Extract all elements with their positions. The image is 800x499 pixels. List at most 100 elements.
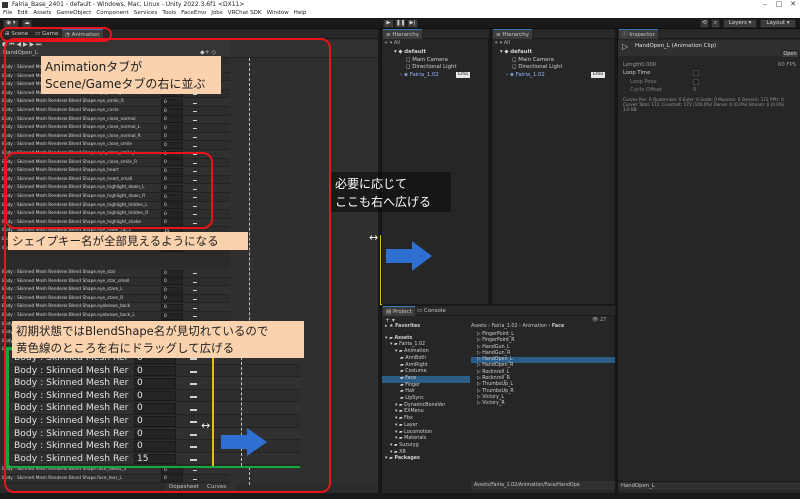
file-label: FingerPoint_L xyxy=(482,332,514,337)
tab-console[interactable]: ▭ Console xyxy=(414,306,449,316)
project-create-button[interactable]: + ▾ xyxy=(385,317,395,324)
property-row[interactable]: Body : Skinned Mesh Rer 0 xyxy=(10,364,300,378)
maximize-icon[interactable]: □ xyxy=(772,0,786,9)
keyframe-menu-icon[interactable] xyxy=(190,396,197,399)
hierarchy-item[interactable]: ◻ Main Camera xyxy=(382,57,489,65)
file-label: HandGun_L xyxy=(482,344,510,350)
menu-assets[interactable]: Assets xyxy=(33,9,51,18)
property-label: Body : Skinned Mesh Rer xyxy=(14,440,129,452)
hierarchy-item[interactable]: ◻ Directional Light xyxy=(492,64,615,72)
folder-item[interactable]: ▰ Hair xyxy=(382,389,470,396)
keyframe-menu-icon[interactable] xyxy=(190,358,197,361)
menu-edit[interactable]: Edit xyxy=(17,9,28,18)
menu-window[interactable]: Window xyxy=(267,9,289,18)
menu-tools[interactable]: Tools xyxy=(162,9,176,18)
keyframe-menu-icon[interactable] xyxy=(190,408,197,411)
loop-pose-checkbox[interactable] xyxy=(693,79,699,85)
menu-jobs[interactable]: Jobs xyxy=(211,9,223,18)
property-value-field[interactable]: 15 xyxy=(134,453,176,465)
property-row[interactable]: Body : Skinned Mesh Rer 0 xyxy=(10,415,300,428)
hierarchy-item-label: Fairia_1.02 xyxy=(409,71,439,78)
keyframe-menu-icon[interactable] xyxy=(190,433,197,436)
property-value-field[interactable]: 0 xyxy=(134,403,176,414)
keyframe-menu-icon[interactable] xyxy=(190,370,197,373)
hierarchy-2-search[interactable]: + ▾ All xyxy=(494,40,613,48)
folder-item[interactable]: ▰ ArmBoth xyxy=(382,356,470,363)
folder-label: DynamicBoneVer xyxy=(404,402,446,408)
step-icon[interactable]: ▶| xyxy=(407,19,418,28)
breadcrumb-item[interactable]: Face xyxy=(552,324,564,329)
play-icon[interactable]: ▶ xyxy=(383,19,394,28)
favorites-label[interactable]: ▸ ★ Favorites xyxy=(382,324,470,331)
breadcrumb-item[interactable]: Assets xyxy=(471,324,487,329)
history-icon[interactable]: ⟲ xyxy=(700,19,709,28)
folder-item[interactable]: ▾ ▰ Materials xyxy=(382,436,470,443)
menu-faceemo[interactable]: FaceEmo xyxy=(181,9,206,18)
property-value-field[interactable]: 0 xyxy=(134,428,176,440)
property-value-field[interactable]: 0 xyxy=(134,441,176,452)
folder-item[interactable]: ▰ Finger xyxy=(382,383,470,390)
cycle-offset-value[interactable]: 0 xyxy=(693,87,696,93)
length-value: 0.000 xyxy=(641,62,657,68)
property-row[interactable]: Body : Skinned Mesh Rer 0 xyxy=(10,377,300,390)
hierarchy-1-search[interactable]: + ▾ All xyxy=(384,40,487,48)
hierarchy-item[interactable]: ▾ ◆ default xyxy=(382,49,489,57)
hierarchy-item[interactable]: › ◈ Fairia_1.02 Emo xyxy=(492,72,615,80)
menu-vrchat-sdk[interactable]: VRChat SDK xyxy=(228,9,262,18)
hierarchy-item[interactable]: ▾ ◆ default xyxy=(492,49,615,57)
emo-badge[interactable]: Emo xyxy=(456,72,470,78)
hierarchy-item[interactable]: ◻ Directional Light xyxy=(382,64,489,72)
hierarchy-item[interactable]: › ◈ Fairia_1.02 Emo xyxy=(382,72,489,80)
hierarchy-item[interactable]: ◻ Main Camera xyxy=(492,57,615,65)
menu-gameobject[interactable]: GameObject xyxy=(56,9,91,18)
tab-hierarchy-2[interactable]: ≡ Hierarchy xyxy=(493,29,532,39)
folder-item[interactable]: ▾ ▰ Layer xyxy=(382,423,470,430)
folder-item[interactable]: ▰ LipSync xyxy=(382,396,470,403)
property-row[interactable]: Body : Skinned Mesh Rer 0 xyxy=(10,402,300,415)
breadcrumb-item[interactable]: Animation xyxy=(522,324,546,329)
project-folder-tree: ▸ ★ Favorites ▾ ▰ Assets ▾ ▰ Fairia_1.02 ▾… xyxy=(382,324,470,463)
folder-item[interactable]: ▾ ▰ Suzuryg xyxy=(382,443,470,450)
tab-project[interactable]: ▤ Project xyxy=(383,306,415,316)
property-value-field[interactable]: 0 xyxy=(134,365,176,377)
breadcrumb-item[interactable]: Fairia_1.02 xyxy=(492,324,518,329)
loop-time-checkbox[interactable] xyxy=(693,70,699,76)
folder-list: ▾ ▰ Assets ▾ ▰ Fairia_1.02 ▾ ▰ Animation ▰… xyxy=(382,336,470,463)
folder-item[interactable]: ▾ ▰ Animation xyxy=(382,349,470,356)
file-label: Victory_R xyxy=(482,401,505,407)
hierarchy-item-label: default xyxy=(510,49,533,55)
menu-file[interactable]: File xyxy=(3,9,12,18)
keyframe-menu-icon[interactable] xyxy=(190,459,197,462)
open-button[interactable]: Open xyxy=(781,50,799,58)
minimize-icon[interactable]: – xyxy=(758,0,772,9)
search-icon[interactable]: ⌕ xyxy=(711,19,720,28)
layers-dropdown[interactable]: Layers ▾ xyxy=(723,19,757,28)
folder-label: Hair xyxy=(405,389,416,395)
property-value-field[interactable]: 0 xyxy=(134,390,176,402)
folder-label: Animation xyxy=(404,349,429,355)
tab-inspector[interactable]: ⓘ Inspector xyxy=(619,29,658,39)
layout-dropdown[interactable]: Layout ▾ xyxy=(760,19,796,28)
keyframe-menu-icon[interactable] xyxy=(190,383,197,386)
folder-item[interactable]: ▰ Face xyxy=(382,375,470,383)
keyframe-menu-icon[interactable] xyxy=(190,421,197,424)
keyframe-menu-icon[interactable] xyxy=(190,446,197,449)
property-value-field[interactable]: 0 xyxy=(134,416,176,427)
yellow-drag-divider[interactable] xyxy=(212,352,214,466)
folder-item[interactable]: ▾ ▰ Packages xyxy=(382,456,470,463)
emo-badge[interactable]: Emo xyxy=(591,72,605,78)
menu-help[interactable]: Help xyxy=(294,9,307,18)
property-row[interactable]: Body : Skinned Mesh Rer 0 xyxy=(10,389,300,403)
animation-clip-file[interactable]: ▷ Victory_R xyxy=(471,401,615,407)
inspector-footer: HandOpen_L xyxy=(618,481,800,490)
tab-hierarchy-1[interactable]: ≡ Hierarchy xyxy=(383,29,422,39)
pause-icon[interactable]: ❚❚ xyxy=(395,19,406,28)
property-value-field[interactable]: 0 xyxy=(134,378,176,389)
folder-item[interactable]: ▾ ▰ Fbx xyxy=(382,416,470,423)
folder-item[interactable]: ▰ Costume xyxy=(382,369,470,376)
menu-services[interactable]: Services xyxy=(134,9,158,18)
menu-component[interactable]: Component xyxy=(96,9,128,18)
close-icon[interactable]: ✕ xyxy=(786,0,800,9)
blendshape-names-highlight xyxy=(5,152,213,229)
unity-icon xyxy=(2,2,8,8)
